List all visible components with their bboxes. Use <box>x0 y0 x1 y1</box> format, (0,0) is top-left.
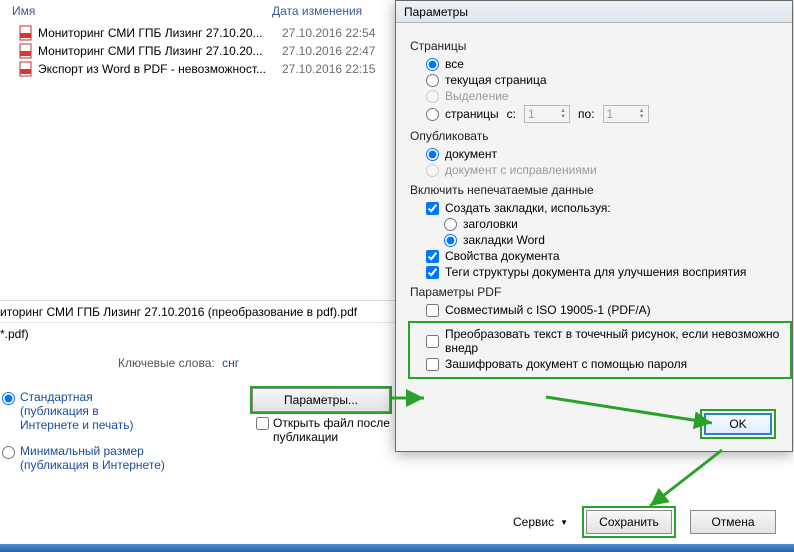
metadata-area: Ключевые слова: снг <box>0 348 395 370</box>
pdf-iso-checkbox[interactable] <box>426 304 439 317</box>
file-row[interactable]: Мониторинг СМИ ГПБ Лизинг 27.10.20... 27… <box>0 42 390 60</box>
nonprint-group-label: Включить непечатаемые данные <box>410 183 792 197</box>
pages-range-label: страницы <box>445 107 499 121</box>
options-button[interactable]: Параметры... <box>252 388 390 412</box>
pdf-iso-label: Совместимый с ISO 19005-1 (PDF/A) <box>445 303 651 317</box>
optimize-min-label[interactable]: Минимальный размер (публикация в Интерне… <box>20 444 170 472</box>
file-list-pane: Имя Дата изменения Мониторинг СМИ ГПБ Ли… <box>0 0 390 300</box>
publish-doc-radio[interactable] <box>426 148 439 161</box>
ok-button[interactable]: OK <box>704 413 772 435</box>
pdf-bitmap-checkbox[interactable] <box>426 335 439 348</box>
filetype-field[interactable]: *.pdf) <box>0 322 395 345</box>
pdf-icon <box>18 25 36 41</box>
pages-selection-label: Выделение <box>445 89 509 103</box>
pages-from-label: с: <box>507 107 516 121</box>
file-row[interactable]: Мониторинг СМИ ГПБ Лизинг 27.10.20... 27… <box>0 24 390 42</box>
bookmarks-headings-label: заголовки <box>463 217 518 231</box>
dialog-bottom-bar: Сервис▼ Сохранить Отмена <box>0 506 794 538</box>
file-name: Экспорт из Word в PDF - невозможност... <box>38 62 278 76</box>
file-date: 27.10.2016 22:54 <box>282 26 375 40</box>
file-date: 27.10.2016 22:15 <box>282 62 375 76</box>
bookmarks-word-radio[interactable] <box>444 234 457 247</box>
bookmarks-checkbox[interactable] <box>426 202 439 215</box>
keywords-value[interactable]: снг <box>222 356 239 370</box>
pages-selection-radio <box>426 90 439 103</box>
optimize-min-radio[interactable] <box>2 446 15 459</box>
tools-dropdown[interactable]: Сервис▼ <box>513 515 568 529</box>
column-header-date[interactable]: Дата изменения <box>272 4 362 18</box>
bookmarks-word-label: закладки Word <box>463 233 545 247</box>
file-date: 27.10.2016 22:47 <box>282 44 375 58</box>
publish-docrev-label: документ с исправлениями <box>445 163 597 177</box>
open-after-publish-label[interactable]: Открыть файл после публикации <box>273 416 403 444</box>
publish-doc-label: документ <box>445 147 497 161</box>
options-dialog: Параметры Страницы все текущая страница … <box>395 0 793 452</box>
pages-to-spinner[interactable]: 1▲▼ <box>603 105 649 123</box>
ok-button-highlight: OK <box>700 409 776 439</box>
pdf-encrypt-checkbox[interactable] <box>426 358 439 371</box>
pages-current-radio[interactable] <box>426 74 439 87</box>
keywords-label: Ключевые слова: <box>118 356 215 370</box>
chevron-down-icon: ▼ <box>560 518 568 527</box>
pages-to-label: по: <box>578 107 595 121</box>
pages-all-label: все <box>445 57 464 71</box>
save-button-highlight: Сохранить <box>582 506 676 538</box>
publish-group-label: Опубликовать <box>410 129 792 143</box>
pages-from-spinner[interactable]: 1▲▼ <box>524 105 570 123</box>
docstruct-label: Теги структуры документа для улучшения в… <box>445 265 746 279</box>
file-list-header: Имя Дата изменения <box>0 0 390 24</box>
optimize-standard-label[interactable]: Стандартная (публикация в Интернете и пе… <box>20 390 150 432</box>
pages-all-radio[interactable] <box>426 58 439 71</box>
dialog-title: Параметры <box>396 1 792 23</box>
pdf-icon <box>18 43 36 59</box>
docprops-label: Свойства документа <box>445 249 560 263</box>
cancel-button[interactable]: Отмена <box>690 510 776 534</box>
pdfparams-highlight: Преобразовать текст в точечный рисунок, … <box>408 321 792 379</box>
pdf-bitmap-label: Преобразовать текст в точечный рисунок, … <box>445 327 790 355</box>
file-row[interactable]: Экспорт из Word в PDF - невозможност... … <box>0 60 390 78</box>
pdfparams-group-label: Параметры PDF <box>410 285 792 299</box>
publish-docrev-radio <box>426 164 439 177</box>
docprops-checkbox[interactable] <box>426 250 439 263</box>
filename-field[interactable]: иторинг СМИ ГПБ Лизинг 27.10.2016 (преоб… <box>0 300 395 323</box>
taskbar <box>0 544 794 552</box>
pages-group-label: Страницы <box>410 39 792 53</box>
optimize-standard-radio[interactable] <box>2 392 15 405</box>
docstruct-checkbox[interactable] <box>426 266 439 279</box>
save-button[interactable]: Сохранить <box>586 510 672 534</box>
optimize-for-group: Стандартная (публикация в Интернете и пе… <box>0 388 170 474</box>
pages-current-label: текущая страница <box>445 73 547 87</box>
pdf-icon <box>18 61 36 77</box>
bookmarks-label: Создать закладки, используя: <box>445 201 611 215</box>
pages-range-radio[interactable] <box>426 108 439 121</box>
column-header-name[interactable]: Имя <box>12 4 272 18</box>
bookmarks-headings-radio[interactable] <box>444 218 457 231</box>
file-name: Мониторинг СМИ ГПБ Лизинг 27.10.20... <box>38 26 278 40</box>
params-button-highlight: Параметры... <box>250 386 392 414</box>
open-after-publish-checkbox[interactable] <box>256 417 269 430</box>
file-name: Мониторинг СМИ ГПБ Лизинг 27.10.20... <box>38 44 278 58</box>
pdf-encrypt-label: Зашифровать документ с помощью пароля <box>445 357 687 371</box>
